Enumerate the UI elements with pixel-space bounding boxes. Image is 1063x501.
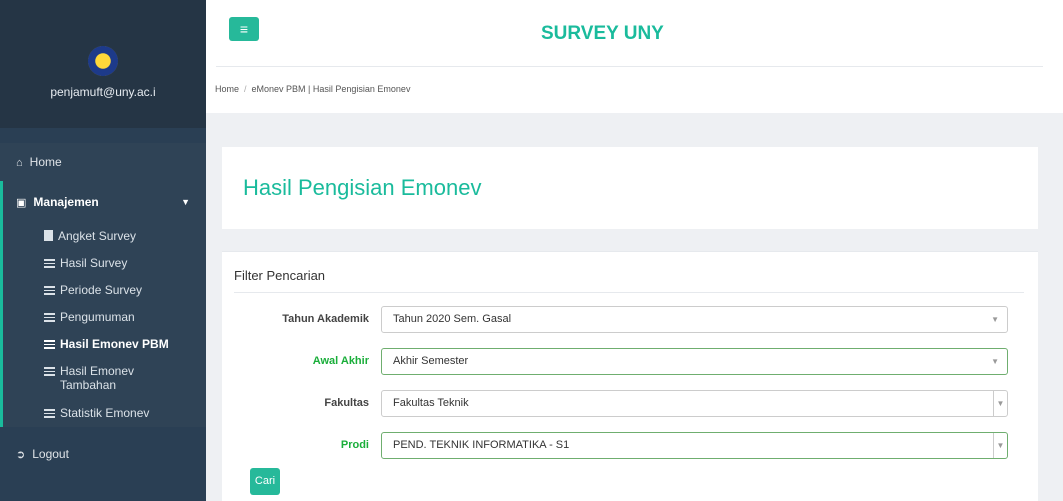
awal-akhir-select[interactable]: Akhir Semester ▼	[381, 348, 1008, 375]
breadcrumb-home-link[interactable]: Home	[215, 84, 239, 94]
sidebar-item-home[interactable]: ⌂ Home	[0, 143, 206, 181]
sidebar-item-label: Logout	[32, 447, 69, 461]
select-value: Akhir Semester	[393, 355, 469, 367]
sidebar-item-label: Hasil Survey	[60, 256, 128, 270]
sign-out-icon: ➲	[16, 449, 26, 461]
briefcase-icon: ▣	[16, 197, 27, 209]
list-icon	[44, 313, 55, 322]
list-icon	[44, 286, 55, 295]
breadcrumb-separator: /	[244, 84, 247, 94]
sidebar-item-hasil-emonev-tambahan[interactable]: Hasil Emonev Tambahan	[3, 358, 206, 400]
sidebar-item-hasil-survey[interactable]: Hasil Survey	[3, 250, 206, 277]
caret-down-icon: ▼	[991, 357, 999, 366]
prodi-label: Prodi	[340, 439, 369, 451]
brand-title: SURVEY UNY	[541, 23, 664, 44]
sidebar-item-label: Home	[29, 155, 62, 169]
divider	[216, 66, 1043, 67]
tahun-akademik-label: Tahun Akademik	[282, 313, 369, 325]
caret-down-icon: ▼	[991, 315, 999, 324]
caret-down-icon: ▼	[993, 391, 1007, 416]
sidebar: penjamuft@uny.ac.i ⌂ Home ▣ Manajemen ▼ An…	[0, 0, 206, 501]
profile-email: penjamuft@uny.ac.i	[50, 85, 156, 99]
sidebar-item-label: Periode Survey	[60, 283, 143, 297]
sidebar-section-manajemen: ▣ Manajemen ▼ Angket Survey Hasil Survey …	[0, 181, 206, 427]
select-value: Fakultas Teknik	[393, 397, 469, 409]
fakultas-label: Fakultas	[324, 397, 369, 409]
sidebar-item-label: Angket Survey	[58, 229, 137, 243]
sidebar-item-periode-survey[interactable]: Periode Survey	[3, 277, 206, 304]
sidebar-item-logout[interactable]: ➲ Logout	[0, 437, 206, 471]
breadcrumb-current: eMonev PBM | Hasil Pengisian Emonev	[251, 84, 411, 94]
university-logo	[88, 46, 118, 76]
awal-akhir-label: Awal Akhir	[312, 355, 369, 367]
select-value: Tahun 2020 Sem. Gasal	[393, 313, 512, 325]
cari-button[interactable]: Cari	[250, 468, 280, 495]
list-icon	[44, 409, 55, 418]
breadcrumb: Home / eMonev PBM | Hasil Pengisian Emonev	[215, 84, 410, 94]
top-bar: ≡ SURVEY UNY Home / eMonev PBM | Hasil Pen…	[206, 0, 1063, 113]
divider	[234, 292, 1024, 293]
select-value: PEND. TEKNIK INFORMATIKA - S1	[393, 439, 570, 451]
profile: penjamuft@uny.ac.i	[0, 0, 206, 128]
sidebar-item-hasil-emonev-pbm[interactable]: Hasil Emonev PBM	[3, 331, 206, 358]
list-icon	[44, 367, 55, 376]
sidebar-item-pengumuman[interactable]: Pengumuman	[3, 304, 206, 331]
sidebar-item-label: Hasil Emonev PBM	[60, 337, 169, 351]
filter-title: Filter Pencarian	[234, 268, 326, 283]
file-icon	[44, 230, 53, 241]
list-icon	[44, 340, 55, 349]
home-icon: ⌂	[16, 157, 23, 169]
sidebar-item-label: Statistik Emonev	[60, 406, 150, 420]
chevron-down-icon: ▼	[181, 197, 190, 207]
title-panel: Hasil Pengisian Emonev	[222, 147, 1038, 229]
sidebar-item-angket-survey[interactable]: Angket Survey	[3, 223, 206, 250]
sidebar-item-label: Manajemen	[33, 195, 99, 209]
sidebar-item-statistik-emonev[interactable]: Statistik Emonev	[3, 400, 206, 427]
tahun-akademik-select[interactable]: Tahun 2020 Sem. Gasal ▼	[381, 306, 1008, 333]
page-title: Hasil Pengisian Emonev	[243, 175, 482, 200]
sidebar-item-manajemen[interactable]: ▣ Manajemen ▼	[3, 181, 206, 223]
filter-panel: Filter Pencarian Tahun Akademik Tahun 20…	[222, 251, 1038, 501]
list-icon	[44, 259, 55, 268]
menu-toggle-button[interactable]: ≡	[229, 17, 259, 41]
caret-down-icon: ▼	[993, 433, 1007, 458]
sidebar-item-label: Hasil Emonev Tambahan	[60, 364, 135, 392]
fakultas-select[interactable]: Fakultas Teknik ▼	[381, 390, 1008, 417]
sidebar-item-label: Pengumuman	[60, 310, 135, 324]
hamburger-icon: ≡	[239, 21, 249, 37]
prodi-select[interactable]: PEND. TEKNIK INFORMATIKA - S1 ▼	[381, 432, 1008, 459]
